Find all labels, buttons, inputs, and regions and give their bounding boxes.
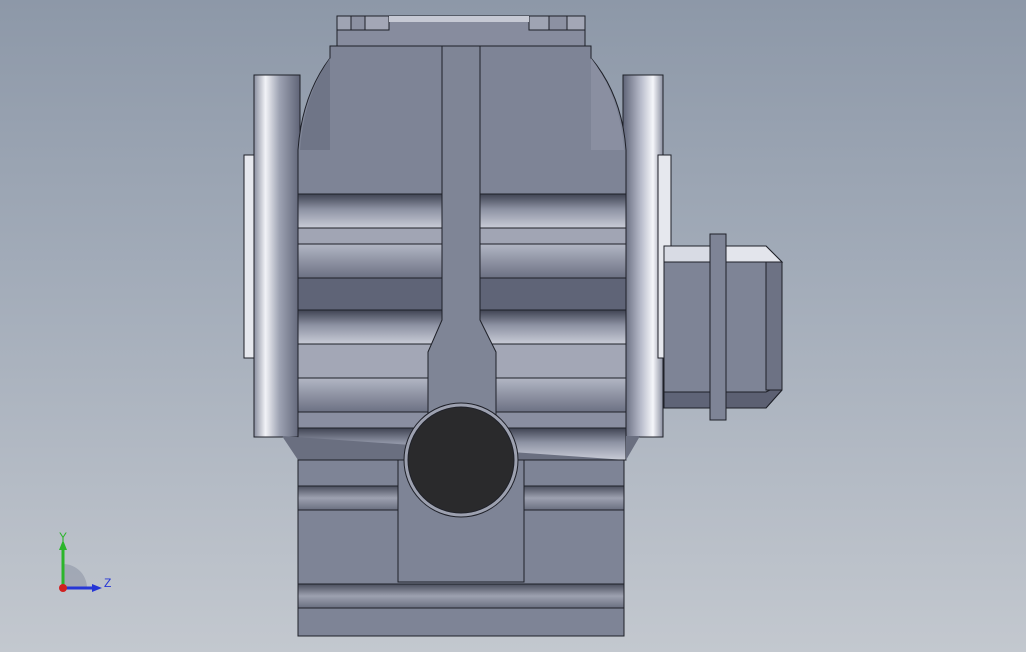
y-axis-label: Y: [59, 530, 68, 544]
top-cover: [336, 15, 586, 47]
gearbox-model[interactable]: [0, 0, 1026, 652]
output-bore[interactable]: [403, 402, 519, 518]
z-axis-label: Z: [104, 576, 112, 590]
graphics-viewport[interactable]: Y Z: [0, 0, 1026, 652]
input-adapter: [663, 233, 784, 421]
axis-triad: Y Z: [48, 530, 118, 600]
left-flange: [243, 74, 301, 438]
